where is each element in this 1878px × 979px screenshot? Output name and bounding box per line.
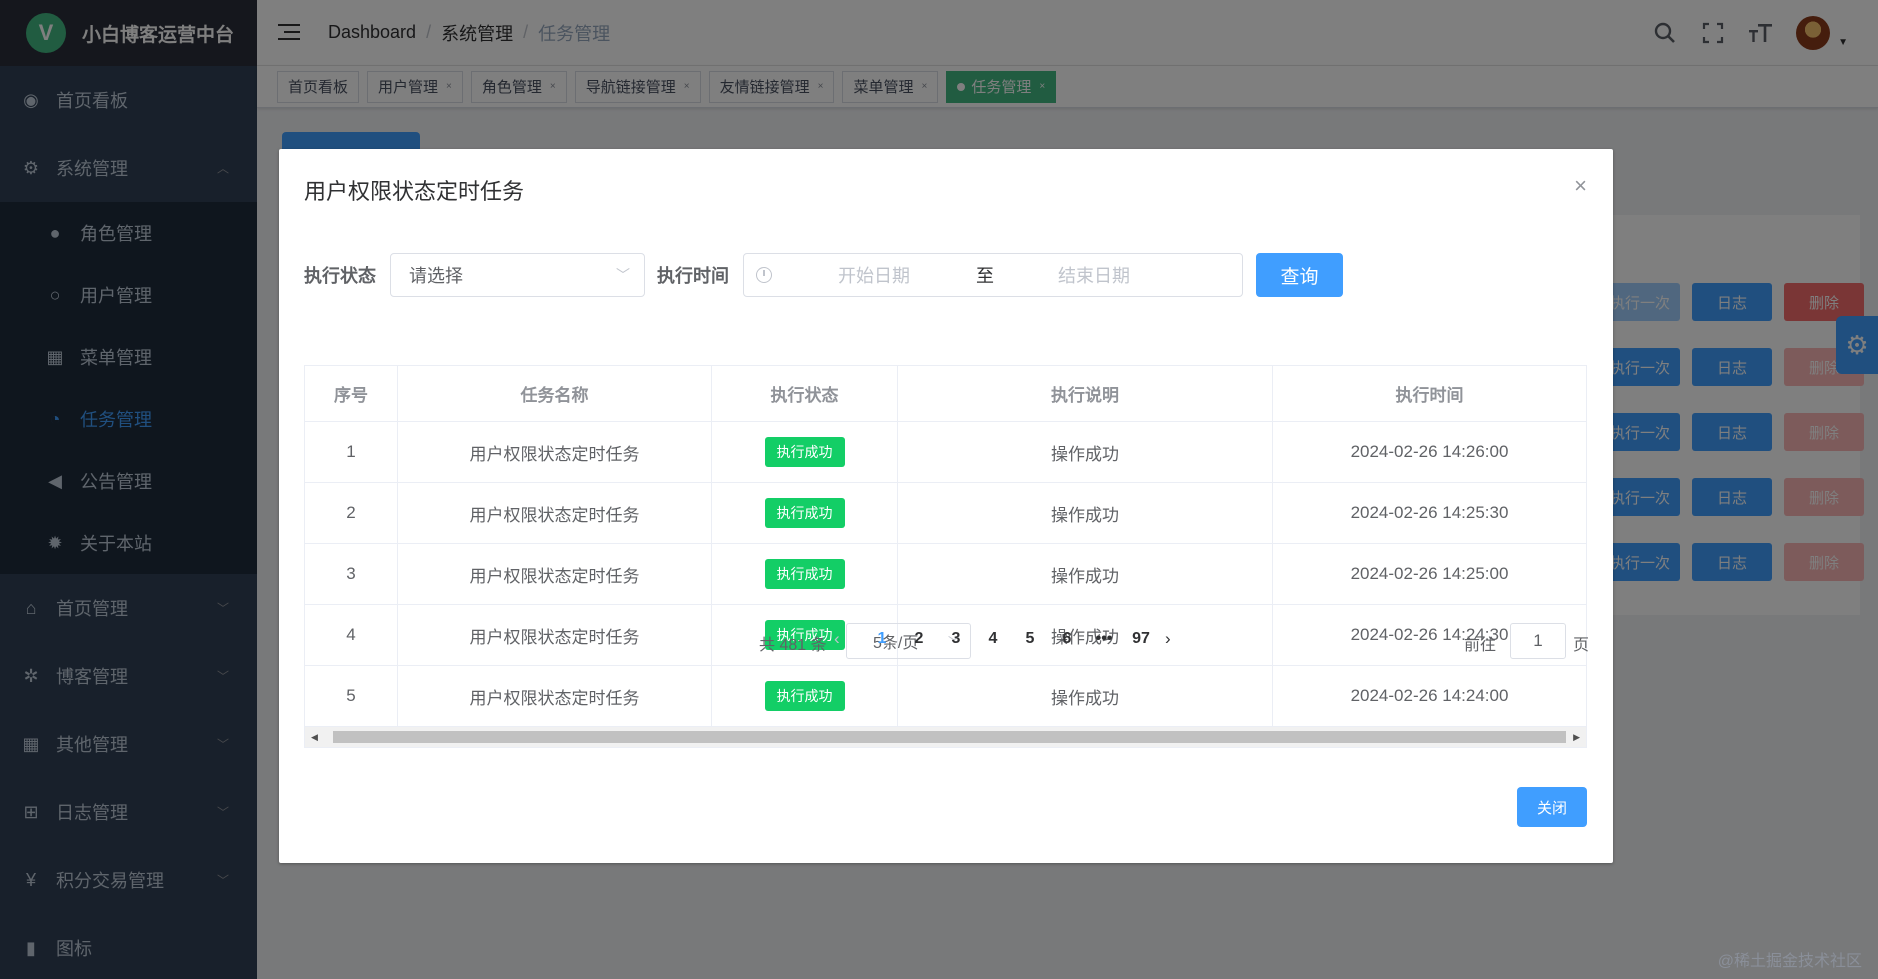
page-number[interactable]: 97 [1126,630,1156,648]
status-cell: 执行成功 [712,666,898,726]
index-cell: 1 [305,422,398,482]
date-range-picker[interactable]: 开始日期 至 结束日期 [743,253,1243,297]
table-row: 5 用户权限状态定时任务 执行成功 操作成功 2024-02-26 14:24:… [305,666,1586,727]
range-separator: 至 [976,266,994,286]
index-cell: 3 [305,544,398,604]
status-filter-label: 执行状态 [304,266,376,286]
watermark: @稀土掘金技术社区 [1717,953,1862,970]
table-body: 序号 任务名称 执行状态 执行说明 执行时间 1 用户权限状态定时任务 执行成功… [305,366,1586,727]
scrollbar-thumb[interactable] [333,731,1566,743]
prev-page-icon[interactable]: ‹ [834,629,840,649]
task-log-dialog: 用户权限状态定时任务 × 执行状态 请选择 ﹀ 执行时间 开始日期 至 结束日期… [279,149,1613,863]
message-cell: 操作成功 [898,483,1273,543]
close-button[interactable]: 关闭 [1517,787,1587,827]
page-number[interactable]: 5 [1015,630,1045,648]
page-number[interactable]: 6 [1052,630,1082,648]
horizontal-scrollbar[interactable]: ◀ ▶ [305,727,1586,747]
goto-label: 前往 [1464,637,1497,654]
table-row: 1 用户权限状态定时任务 执行成功 操作成功 2024-02-26 14:26:… [305,422,1586,483]
task-log-table: 序号 任务名称 执行状态 执行说明 执行时间 1 用户权限状态定时任务 执行成功… [304,365,1587,748]
time-cell: 2024-02-26 14:26:00 [1350,442,1509,461]
name-cell: 用户权限状态定时任务 [398,544,712,604]
filter-form: 执行状态 请选择 ﹀ 执行时间 开始日期 至 结束日期 查询 [304,253,1343,297]
table-row: 2 用户权限状态定时任务 执行成功 操作成功 2024-02-26 14:25:… [305,483,1586,544]
time-cell: 2024-02-26 14:25:00 [1350,564,1509,583]
table-row: 3 用户权限状态定时任务 执行成功 操作成功 2024-02-26 14:25:… [305,544,1586,605]
page-suffix-label: 页 [1573,637,1590,654]
column-header: 执行状态 [712,366,898,421]
name-cell: 用户权限状态定时任务 [398,666,712,726]
message-cell: 操作成功 [898,666,1273,726]
time-filter-label: 执行时间 [657,266,729,286]
next-page-icon[interactable]: › [1165,629,1171,649]
chevron-down-icon: ﹀ [616,267,630,283]
status-badge: 执行成功 [764,559,845,589]
status-select-placeholder: 请选择 [409,266,463,286]
status-badge: 执行成功 [764,437,845,467]
time-cell: 2024-02-26 14:25:30 [1350,503,1509,522]
table-header: 序号 任务名称 执行状态 执行说明 执行时间 [305,366,1586,422]
dialog-title: 用户权限状态定时任务 [304,179,525,204]
more-pages-icon[interactable]: ••• [1089,630,1119,648]
scroll-right-arrow-icon[interactable]: ▶ [1573,732,1580,743]
message-cell: 操作成功 [898,544,1273,604]
pagination-total: 共 481 条 [759,637,827,654]
page-number[interactable]: 2 [904,630,934,648]
scroll-left-arrow-icon[interactable]: ◀ [311,732,318,743]
status-cell: 执行成功 [712,483,898,543]
column-header: 序号 [305,366,398,421]
index-cell: 5 [305,666,398,726]
page-number[interactable]: 4 [978,630,1008,648]
name-cell: 用户权限状态定时任务 [398,483,712,543]
column-header: 执行时间 [1395,386,1464,405]
status-select[interactable]: 请选择 ﹀ [390,253,645,297]
page-number[interactable]: 1 [867,630,897,648]
status-cell: 执行成功 [712,422,898,482]
column-header: 执行说明 [898,366,1273,421]
column-header: 任务名称 [398,366,712,421]
message-cell: 操作成功 [898,422,1273,482]
time-cell: 2024-02-26 14:24:00 [1350,686,1509,705]
name-cell: 用户权限状态定时任务 [398,422,712,482]
end-date-input[interactable]: 结束日期 [1058,262,1130,288]
query-button[interactable]: 查询 [1256,253,1343,297]
page-number[interactable]: 3 [941,630,971,648]
status-cell: 执行成功 [712,544,898,604]
close-icon[interactable]: × [1574,173,1587,199]
goto-page-input[interactable]: 1 [1510,623,1566,659]
pagination: 共 481 条 5条/页 ﹀ ‹ 1 2 3 4 5 6 ••• 97 › 前往… [279,623,1613,663]
status-badge: 执行成功 [764,681,845,711]
clock-icon [756,267,772,283]
start-date-input[interactable]: 开始日期 [838,262,910,288]
status-badge: 执行成功 [764,498,845,528]
index-cell: 2 [305,483,398,543]
